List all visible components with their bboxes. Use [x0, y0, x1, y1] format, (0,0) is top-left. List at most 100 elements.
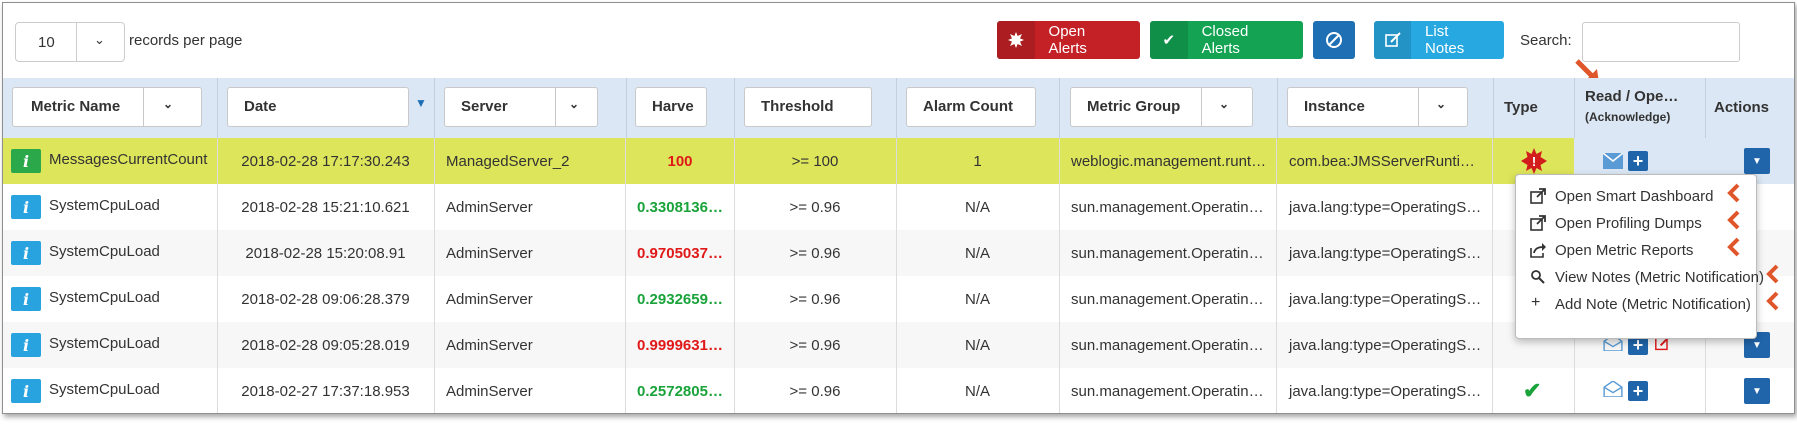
- clear-filter-button[interactable]: [1313, 21, 1355, 59]
- date-cell: 2018-02-27 17:37:18.953: [217, 368, 435, 413]
- server-cell: ManagedServer_2: [434, 138, 626, 184]
- threshold-cell: >= 0.96: [734, 368, 897, 413]
- metric-group-filter[interactable]: Metric Group ⌄: [1070, 87, 1253, 127]
- actions-dropdown-button[interactable]: ▼: [1744, 378, 1770, 404]
- harvested-cell: 0.2932659…: [626, 276, 735, 322]
- info-icon[interactable]: i: [11, 287, 41, 311]
- info-icon[interactable]: i: [11, 195, 41, 219]
- metric-name: MessagesCurrentCount: [49, 151, 208, 168]
- info-icon[interactable]: i: [11, 333, 41, 357]
- ban-icon: [1326, 32, 1342, 48]
- plus-icon: +: [1531, 294, 1541, 311]
- list-notes-label: List Notes: [1425, 23, 1465, 57]
- menu-item-add-note[interactable]: + Add Note (Metric Notification): [1516, 291, 1756, 318]
- metric-name: SystemCpuLoad: [49, 197, 160, 214]
- metric-group-cell: sun.management.Operatin…: [1059, 276, 1277, 322]
- alarm-count-cell: N/A: [896, 184, 1060, 230]
- col-threshold: Threshold: [734, 78, 897, 138]
- table-header: Metric Name ⌄ Date ▼ Server ⌄ Harve Thre…: [3, 78, 1794, 139]
- col-server: Server ⌄: [434, 78, 627, 138]
- harvested-cell: 0.2572805…: [626, 368, 735, 413]
- page-length-select[interactable]: 10 ⌄: [15, 22, 125, 62]
- harvested-filter[interactable]: Harve: [635, 87, 707, 127]
- external-link-icon: [1530, 215, 1546, 231]
- share-icon: [1530, 243, 1546, 258]
- actions-dropdown-button[interactable]: ▼: [1744, 148, 1770, 174]
- server-filter[interactable]: Server ⌄: [444, 87, 598, 127]
- info-icon[interactable]: i: [11, 379, 41, 403]
- annotation-chevron-icon: [1727, 210, 1740, 230]
- date-filter[interactable]: Date: [227, 87, 409, 127]
- acknowledge-subheader: (Acknowledge): [1585, 110, 1671, 124]
- chevron-down-icon: ⌄: [94, 32, 105, 47]
- add-note-icon[interactable]: +: [1628, 381, 1648, 401]
- envelope-open-icon[interactable]: [1603, 381, 1623, 397]
- external-link-icon: [1530, 188, 1546, 204]
- metric-name: SystemCpuLoad: [49, 289, 160, 306]
- read-open-header[interactable]: Read / Ope…: [1585, 88, 1678, 105]
- sort-desc-icon[interactable]: ▼: [415, 96, 427, 110]
- threshold-filter[interactable]: Threshold: [744, 87, 872, 127]
- menu-item-open-profiling-dumps[interactable]: Open Profiling Dumps: [1516, 210, 1756, 237]
- metric-name: SystemCpuLoad: [49, 335, 160, 352]
- col-harvested: Harve: [626, 78, 735, 138]
- server-cell: AdminServer: [434, 368, 626, 413]
- edit-icon: [1374, 21, 1412, 59]
- instance-cell: java.lang:type=OperatingS…: [1277, 322, 1493, 368]
- envelope-closed-icon[interactable]: [1603, 153, 1623, 169]
- col-actions: Actions: [1705, 78, 1794, 138]
- harvested-cell: 0.9999631…: [626, 322, 735, 368]
- menu-item-view-notes[interactable]: View Notes (Metric Notification): [1516, 264, 1764, 291]
- metric-group-cell: sun.management.Operatin…: [1059, 184, 1277, 230]
- search-label: Search:: [1520, 32, 1572, 49]
- menu-item-open-metric-reports[interactable]: Open Metric Reports: [1516, 237, 1756, 264]
- actions-menu: Open Smart Dashboard Open Profiling Dump…: [1515, 174, 1764, 339]
- metric-group-cell: sun.management.Operatin…: [1059, 322, 1277, 368]
- annotation-chevron-icon: [1727, 183, 1740, 203]
- alarm-count-cell: N/A: [896, 368, 1060, 413]
- threshold-cell: >= 0.96: [734, 230, 897, 276]
- instance-cell: java.lang:type=OperatingS…: [1277, 184, 1493, 230]
- instance-filter[interactable]: Instance ⌄: [1287, 87, 1468, 127]
- search-input[interactable]: [1582, 22, 1740, 62]
- alarm-count-cell: N/A: [896, 322, 1060, 368]
- chevron-down-icon: ⌄: [1219, 97, 1230, 111]
- harvested-cell: 0.3308136…: [626, 184, 735, 230]
- closed-alerts-button[interactable]: ✔ Closed Alerts: [1150, 21, 1303, 59]
- alarm-count-filter[interactable]: Alarm Count: [906, 87, 1036, 127]
- table-row[interactable]: i SystemCpuLoad 2018-02-27 17:37:18.953 …: [3, 368, 1794, 413]
- metric-group-cell: weblogic.management.runt…: [1059, 138, 1277, 184]
- instance-cell: com.bea:JMSServerRunti…: [1277, 138, 1493, 184]
- alert-burst-icon: !: [1521, 148, 1547, 174]
- threshold-cell: >= 0.96: [734, 184, 897, 230]
- date-cell: 2018-02-28 15:21:10.621: [217, 184, 435, 230]
- col-instance: Instance ⌄: [1277, 78, 1494, 138]
- list-notes-button[interactable]: List Notes: [1374, 21, 1504, 59]
- metric-name-filter[interactable]: Metric Name ⌄: [12, 87, 202, 127]
- info-icon[interactable]: i: [11, 241, 41, 265]
- info-icon[interactable]: i: [11, 149, 41, 173]
- date-cell: 2018-02-28 09:06:28.379: [217, 276, 435, 322]
- server-cell: AdminServer: [434, 276, 626, 322]
- date-cell: 2018-02-28 15:20:08.91: [217, 230, 435, 276]
- chevron-down-icon: ⌄: [163, 97, 174, 111]
- alerts-table-panel: 10 ⌄ records per page Open Alerts ✔ Clos…: [2, 2, 1795, 414]
- instance-cell: java.lang:type=OperatingS…: [1277, 368, 1493, 413]
- annotation-chevron-icon: [1766, 291, 1779, 311]
- actions-header: Actions: [1714, 99, 1770, 116]
- alarm-count-cell: N/A: [896, 276, 1060, 322]
- annotation-chevron-icon: [1727, 237, 1740, 257]
- add-note-icon[interactable]: +: [1628, 151, 1648, 171]
- date-cell: 2018-02-28 09:05:28.019: [217, 322, 435, 368]
- closed-alerts-label: Closed Alerts: [1201, 23, 1249, 57]
- harvested-cell: 0.9705037…: [626, 230, 735, 276]
- open-alerts-button[interactable]: Open Alerts: [997, 21, 1140, 59]
- metric-name: SystemCpuLoad: [49, 243, 160, 260]
- svg-text:!: !: [1532, 154, 1536, 169]
- metric-name: SystemCpuLoad: [49, 381, 160, 398]
- menu-item-open-smart-dashboard[interactable]: Open Smart Dashboard: [1516, 183, 1756, 210]
- chevron-down-icon: ⌄: [1436, 97, 1447, 111]
- metric-group-cell: sun.management.Operatin…: [1059, 368, 1277, 413]
- threshold-cell: >= 0.96: [734, 276, 897, 322]
- page-length-label: records per page: [129, 32, 243, 49]
